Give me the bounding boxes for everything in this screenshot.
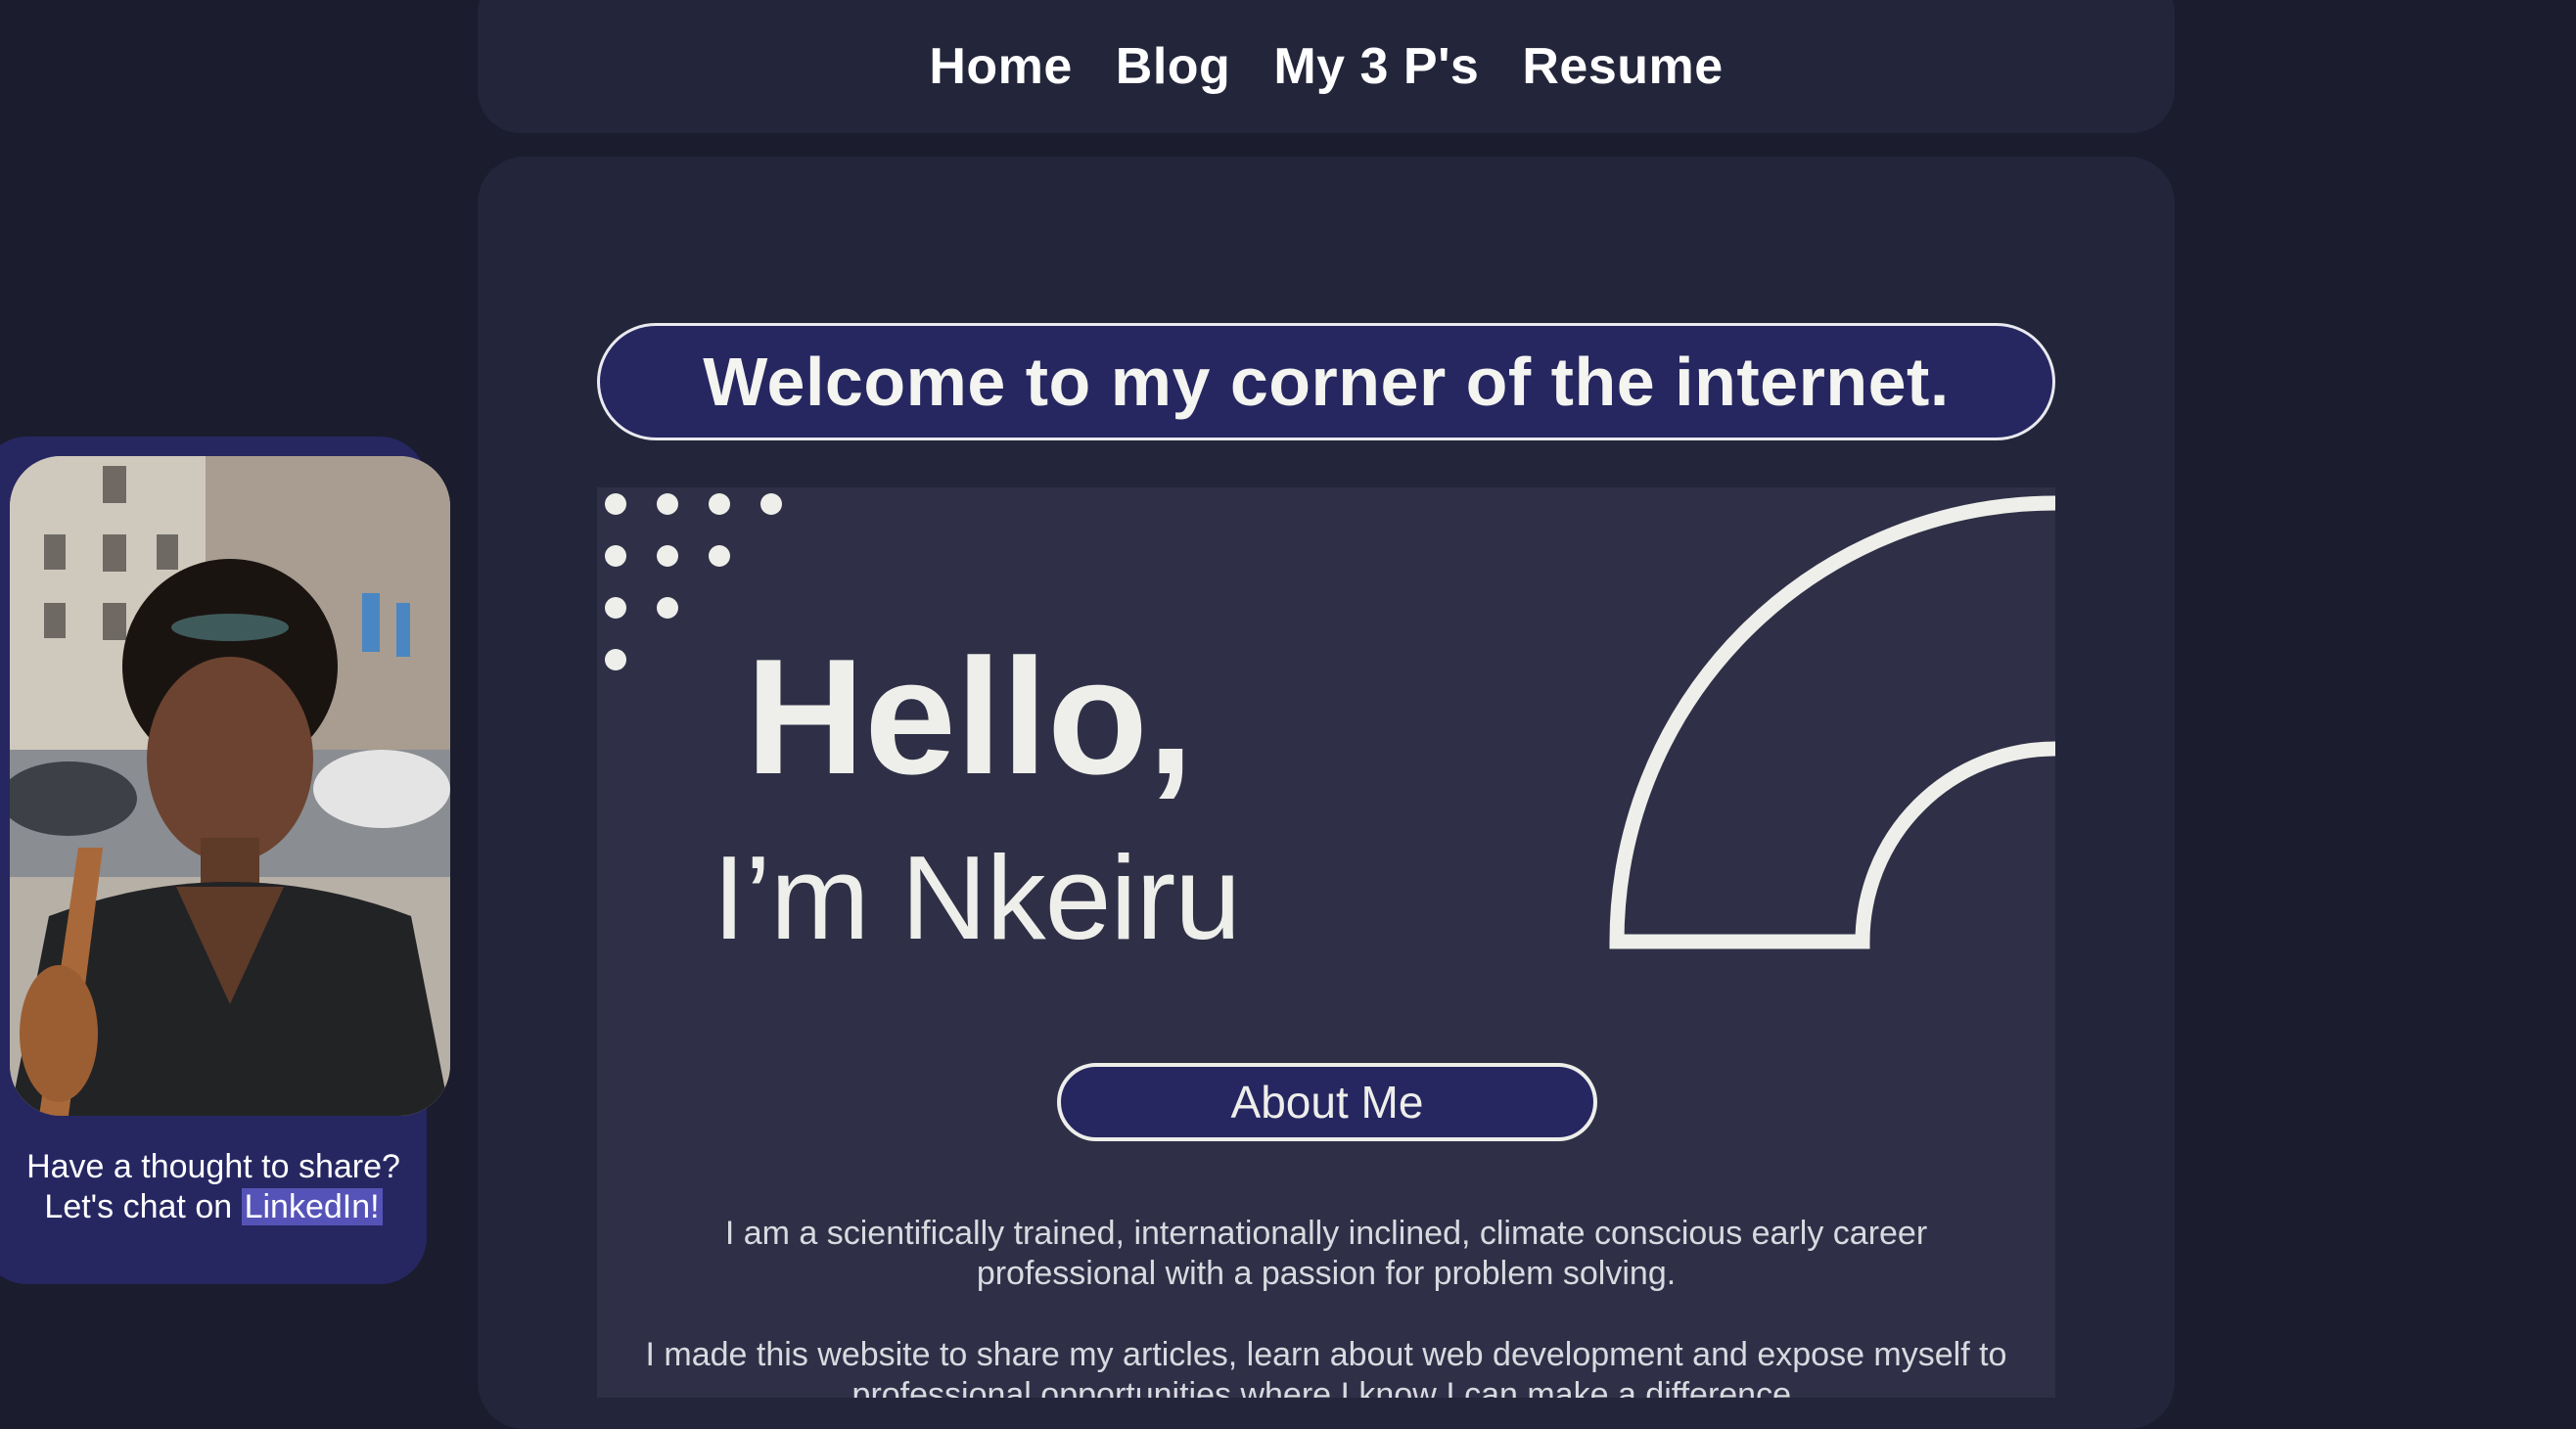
nav-home-link[interactable]: Home [929,37,1072,96]
top-nav: Home Blog My 3 P's Resume [478,0,2175,133]
nav-blog-link[interactable]: Blog [1116,37,1231,96]
nav-3ps-link[interactable]: My 3 P's [1273,37,1479,96]
hero-section: Hello, I’m Nkeiru About Me I am a scient… [597,487,2055,1398]
contact-line: Let's chat on LinkedIn! [0,1187,427,1227]
hero-name: I’m Nkeiru [713,831,1241,964]
hero-greeting: Hello, [746,624,1194,808]
decorative-arch [1609,495,2055,949]
profile-photo-image [10,456,450,1116]
bio-paragraph: I am a scientifically trained, internati… [724,1215,1928,1292]
contact-prefix: Let's chat on [44,1188,242,1225]
bio-text: I am a scientifically trained, internati… [636,1214,2016,1398]
linkedin-link[interactable]: LinkedIn! [241,1188,383,1225]
profile-photo [10,456,450,1116]
nav-resume-link[interactable]: Resume [1522,37,1723,96]
contact-prompt: Have a thought to share? [26,1148,400,1185]
contact-text: Have a thought to share? Let's chat on L… [0,1147,427,1227]
about-me-button[interactable]: About Me [1057,1063,1597,1141]
bio-paragraph: I made this website to share my articles… [645,1336,2007,1398]
welcome-banner: Welcome to my corner of the internet. [597,323,2055,440]
